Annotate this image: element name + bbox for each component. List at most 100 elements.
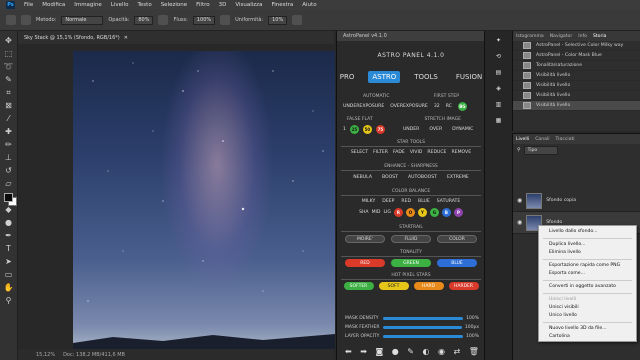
color-button[interactable]: COLOR <box>437 235 477 243</box>
color-b-button[interactable]: B <box>441 208 451 217</box>
saturate-button[interactable]: SATURATE <box>437 199 460 204</box>
lasso-tool-icon[interactable]: ➰ <box>3 61 15 72</box>
menu-immagine[interactable]: Immagine <box>74 2 102 8</box>
menu-3d[interactable]: 3D <box>219 2 227 8</box>
history-brush-tool-icon[interactable]: ↺ <box>3 165 15 176</box>
context-menu-item[interactable]: Esporta come... <box>539 270 636 278</box>
context-menu-item[interactable]: Duplica livello... <box>539 241 636 249</box>
soft-button[interactable]: SOFT <box>378 282 409 290</box>
history-item-selected[interactable]: Visibilità livello <box>513 101 640 111</box>
stretch-under-button[interactable]: UNDER <box>403 127 419 132</box>
false-flat-50[interactable]: 50 <box>362 125 372 134</box>
overexposure-button[interactable]: OVEREXPOSURE <box>390 104 428 109</box>
color-r-button[interactable]: R <box>393 208 403 217</box>
dodge-tool-icon[interactable]: ● <box>3 217 15 228</box>
star-vivid-button[interactable]: VIVID <box>410 150 423 155</box>
tab-storia[interactable]: Storia <box>593 34 607 39</box>
menu-livello[interactable]: Livello <box>111 2 129 8</box>
autoboost-button[interactable]: AUTOBOOST <box>408 175 437 180</box>
deep-button[interactable]: DEEP <box>382 199 394 204</box>
opacita-field[interactable]: 80% <box>134 15 154 25</box>
undo-arrow-icon[interactable]: ⬅ <box>345 347 352 356</box>
first-step-rc[interactable]: RC <box>446 104 452 109</box>
layers-icon[interactable]: ▤ <box>491 67 507 79</box>
marquee-tool-icon[interactable]: ⬚ <box>3 48 15 59</box>
tab-navigator[interactable]: Navigator <box>550 34 572 39</box>
path-select-tool-icon[interactable]: ➤ <box>3 256 15 267</box>
stretch-dynamic-button[interactable]: DYNAMIC <box>452 127 473 132</box>
context-menu-item[interactable]: Unisci visibili <box>539 304 636 312</box>
properties-icon[interactable]: ◈ <box>491 83 507 95</box>
brush-tool-icon[interactable]: ✏ <box>3 139 15 150</box>
milky-button[interactable]: MILKY <box>362 199 376 204</box>
mask-density-slider[interactable] <box>383 317 464 320</box>
type-tool-icon[interactable]: T <box>3 243 15 254</box>
star-fade-button[interactable]: FADE <box>393 150 405 155</box>
nebula-button[interactable]: NEBULA <box>353 175 372 180</box>
star-remove-button[interactable]: REMOVE <box>451 150 471 155</box>
false-flat-25[interactable]: 25 <box>349 125 359 134</box>
context-menu-item[interactable]: Livello dallo sfondo... <box>539 228 636 236</box>
menu-filtro[interactable]: Filtro <box>196 2 209 8</box>
half-circle-icon[interactable]: ◐ <box>423 347 430 356</box>
layer-row[interactable]: ◉ Sfondo copia <box>513 190 640 212</box>
crop-tool-icon[interactable]: ⌗ <box>3 87 15 98</box>
history-item[interactable]: Tonalità/saturazione <box>513 61 640 71</box>
layer-opacity-slider[interactable] <box>383 335 464 338</box>
sha-button[interactable]: SHA <box>359 210 369 215</box>
menu-finestra[interactable]: Finestra <box>271 2 293 8</box>
star-select-button[interactable]: SELECT <box>351 150 368 155</box>
underexposure-button[interactable]: UNDEREXPOSURE <box>343 104 384 109</box>
foreground-color-swatch[interactable] <box>4 193 13 202</box>
mid-button[interactable]: MID <box>372 210 381 215</box>
eraser-tool-icon[interactable]: ▱ <box>3 178 15 189</box>
flusso-field[interactable]: 100% <box>192 15 216 25</box>
context-menu-item[interactable]: Nuovo livello 3D da file... <box>539 325 636 333</box>
context-menu-item[interactable]: Elimina livello <box>539 249 636 257</box>
history-item[interactable]: AstroPanel - Color Mask Blue <box>513 51 640 61</box>
milky-way-photo[interactable] <box>73 51 335 349</box>
history-item[interactable]: AstroPanel - Selective Color Milky way <box>513 41 640 51</box>
first-step-bg[interactable]: BG <box>457 102 467 111</box>
star-reduce-button[interactable]: REDUCE <box>427 150 446 155</box>
menu-visualizza[interactable]: Visualizza <box>235 2 262 8</box>
eye-icon[interactable]: ◉ <box>517 219 522 226</box>
tab-info[interactable]: Info <box>578 34 587 39</box>
boost-button[interactable]: BOOST <box>382 175 398 180</box>
menu-selezione[interactable]: Selezione <box>161 2 187 8</box>
tonality-red-button[interactable]: RED <box>345 259 385 267</box>
pen-tool-icon[interactable]: ✒ <box>3 230 15 241</box>
star-filter-button[interactable]: FILTER <box>373 150 388 155</box>
tonality-blue-button[interactable]: BLUE <box>437 259 477 267</box>
history-item[interactable]: Visibilità livello <box>513 71 640 81</box>
context-menu-item[interactable]: Converti in oggetto avanzato <box>539 283 636 291</box>
menu-testo[interactable]: Testo <box>137 2 151 8</box>
history-item[interactable]: Visibilità livello <box>513 91 640 101</box>
frame-tool-icon[interactable]: ⊠ <box>3 100 15 111</box>
context-menu-item[interactable]: Unico livello <box>539 312 636 320</box>
context-menu-item[interactable]: Esportazione rapida come PNG <box>539 262 636 270</box>
menu-file[interactable]: File <box>24 2 33 8</box>
history-icon[interactable]: ⟲ <box>491 51 507 63</box>
tab-tools[interactable]: TOOLS <box>410 71 442 83</box>
fluid-button[interactable]: FLUID <box>391 235 431 243</box>
menu-modifica[interactable]: Modifica <box>42 2 65 8</box>
move-tool-icon[interactable]: ✥ <box>3 35 15 46</box>
mask-icon[interactable]: ◙ <box>375 347 383 356</box>
eye-icon[interactable]: ◉ <box>438 347 445 356</box>
brush-preset-picker[interactable] <box>21 15 31 25</box>
hand-tool-icon[interactable]: ✋ <box>3 282 15 293</box>
redo-arrow-icon[interactable]: ➡ <box>360 347 367 356</box>
brush-icon[interactable]: ✎ <box>407 347 414 356</box>
tab-fusion[interactable]: FUSION <box>452 71 486 83</box>
softer-button[interactable]: SOFTER <box>343 282 374 290</box>
mask-feather-slider[interactable] <box>382 326 462 329</box>
color-y-button[interactable]: Y <box>417 208 427 217</box>
false-flat-1[interactable]: 1 <box>343 127 346 132</box>
zoom-tool-icon[interactable]: ⚲ <box>3 295 15 306</box>
tab-astro[interactable]: ASTRO <box>368 71 401 83</box>
adjustments-icon[interactable]: ▥ <box>491 99 507 111</box>
false-flat-75[interactable]: 75 <box>375 125 385 134</box>
layer-kind-filter[interactable]: Tipo <box>523 145 558 155</box>
moire-button[interactable]: MOIRE' <box>345 235 385 243</box>
